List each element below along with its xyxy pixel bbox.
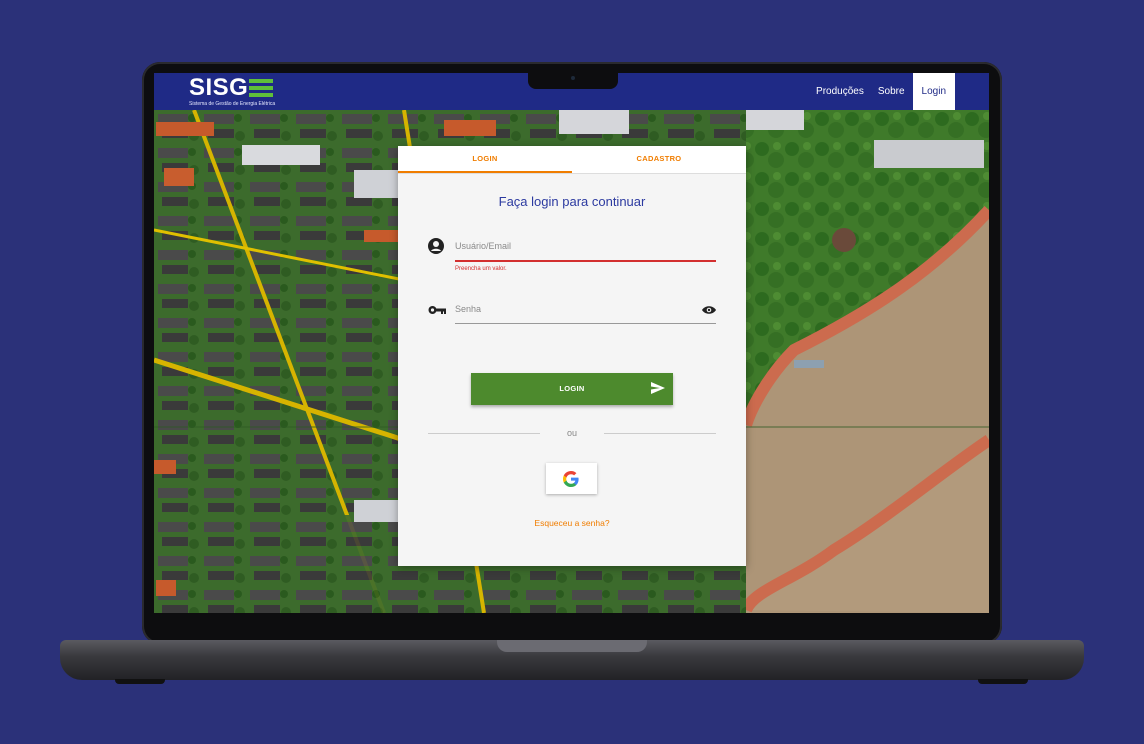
brand-logo[interactable]: SISG Sistema de Gestão de Energia Elétri…	[189, 74, 276, 108]
nav-item-sobre[interactable]: Sobre	[878, 86, 905, 97]
camera-icon	[571, 76, 575, 80]
key-icon	[428, 306, 446, 314]
forgot-password-link[interactable]: Esqueceu a senha?	[398, 518, 746, 528]
login-card: LOGIN CADASTRO Faça login para continuar…	[398, 146, 746, 566]
nav-menu: Produções Sobre Login	[802, 73, 955, 110]
password-field[interactable]: Senha	[428, 301, 716, 327]
tab-login[interactable]: LOGIN	[398, 146, 572, 173]
form-title: Faça login para continuar	[498, 194, 646, 209]
password-underline	[455, 323, 716, 324]
login-button[interactable]: LOGIN	[471, 373, 673, 405]
nav-item-producoes[interactable]: Produções	[816, 86, 864, 97]
password-placeholder: Senha	[455, 304, 482, 314]
camera-notch	[528, 71, 618, 89]
laptop-foot-left	[115, 679, 165, 684]
tab-cadastro[interactable]: CADASTRO	[572, 146, 746, 173]
google-login-button[interactable]	[546, 463, 597, 494]
login-button-label: LOGIN	[559, 384, 585, 393]
brand-name: SISG	[189, 74, 249, 101]
google-icon	[563, 471, 579, 487]
logo-bars-icon	[249, 79, 274, 100]
divider-right	[604, 433, 716, 434]
brand-subtitle: Sistema de Gestão de Energia Elétrica	[189, 101, 276, 107]
send-icon	[651, 382, 665, 394]
screen: SISG Sistema de Gestão de Energia Elétri…	[154, 73, 989, 613]
laptop-foot-right	[978, 679, 1028, 684]
username-error: Preencha um valor.	[455, 266, 507, 272]
laptop-hinge-notch	[497, 640, 647, 652]
username-underline	[455, 260, 716, 262]
username-placeholder: Usuário/Email	[455, 241, 512, 251]
eye-icon[interactable]	[702, 305, 716, 315]
user-circle-icon	[428, 238, 444, 254]
auth-tabs: LOGIN CADASTRO	[398, 146, 746, 174]
username-field[interactable]: Usuário/Email Preencha um valor.	[428, 238, 716, 278]
nav-item-login[interactable]: Login	[912, 73, 955, 110]
